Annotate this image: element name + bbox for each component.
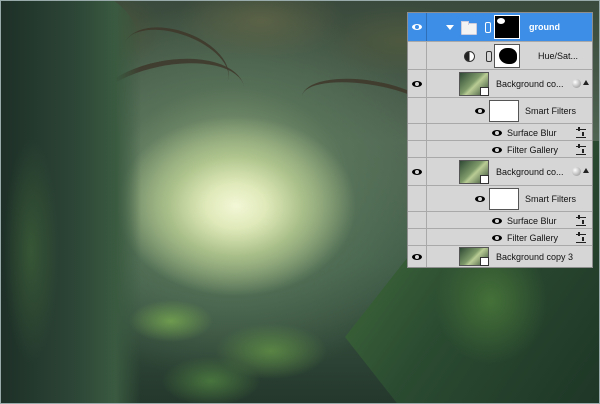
layer-row-background-copy[interactable]: Background co... (408, 70, 592, 98)
eye-icon[interactable] (475, 108, 485, 114)
layer-name: Hue/Sat... (538, 51, 579, 61)
layer-name: Surface Blur (507, 216, 557, 226)
filter-options-icon[interactable] (576, 127, 586, 138)
layer-row-background-copy[interactable]: Background co... (408, 158, 592, 186)
eye-icon[interactable] (412, 24, 422, 30)
layer-name: Filter Gallery (507, 233, 559, 243)
chain-icon[interactable] (485, 22, 491, 33)
layer-row-ground[interactable]: ground (408, 13, 592, 42)
eye-icon[interactable] (475, 196, 485, 202)
mask-thumbnail[interactable] (494, 44, 520, 68)
eye-icon[interactable] (412, 81, 422, 87)
fx-icon[interactable] (572, 79, 581, 88)
adjustment-icon (464, 51, 475, 62)
layer-name: Background co... (496, 167, 564, 177)
smart-object-thumbnail (459, 247, 489, 266)
disclosure-triangle-icon[interactable] (446, 25, 454, 30)
mossy-forest-floor (101, 281, 361, 403)
eye-icon[interactable] (412, 169, 422, 175)
collapse-icon[interactable] (583, 168, 589, 173)
layer-row-hue-sat[interactable]: Hue/Sat... (408, 42, 592, 70)
layer-name: ground (529, 22, 560, 32)
layer-name: Background co... (496, 79, 564, 89)
chain-icon[interactable] (486, 51, 492, 62)
filter-options-icon[interactable] (576, 215, 586, 226)
layers-panel: ground Hue/Sat... Background co... Smart… (407, 12, 593, 268)
layer-row-smart-filters[interactable]: Smart Filters (408, 186, 592, 212)
filter-options-icon[interactable] (576, 144, 586, 155)
layer-row-surface-blur[interactable]: Surface Blur (408, 124, 592, 141)
eye-icon[interactable] (492, 147, 502, 153)
layer-row-smart-filters[interactable]: Smart Filters (408, 98, 592, 124)
smart-object-thumbnail (459, 160, 489, 184)
layer-name: Surface Blur (507, 128, 557, 138)
layer-name: Filter Gallery (507, 145, 559, 155)
layer-name: Background copy 3 (496, 252, 574, 262)
filter-mask-thumbnail[interactable] (489, 100, 519, 122)
collapse-icon[interactable] (583, 80, 589, 85)
eye-icon[interactable] (492, 235, 502, 241)
layer-row-surface-blur[interactable]: Surface Blur (408, 212, 592, 229)
layer-name: Smart Filters (525, 194, 577, 204)
filter-mask-thumbnail[interactable] (489, 188, 519, 210)
layer-row-filter-gallery[interactable]: Filter Gallery (408, 229, 592, 246)
eye-icon[interactable] (492, 218, 502, 224)
folder-icon (461, 21, 477, 35)
fx-icon[interactable] (572, 167, 581, 176)
smart-object-thumbnail (459, 72, 489, 96)
eye-icon[interactable] (412, 254, 422, 260)
layer-row-filter-gallery[interactable]: Filter Gallery (408, 141, 592, 158)
mask-thumbnail[interactable] (494, 15, 520, 39)
layer-row-background-copy-3[interactable]: Background copy 3 (408, 246, 592, 267)
eye-icon[interactable] (492, 130, 502, 136)
filter-options-icon[interactable] (576, 232, 586, 243)
layer-name: Smart Filters (525, 106, 577, 116)
